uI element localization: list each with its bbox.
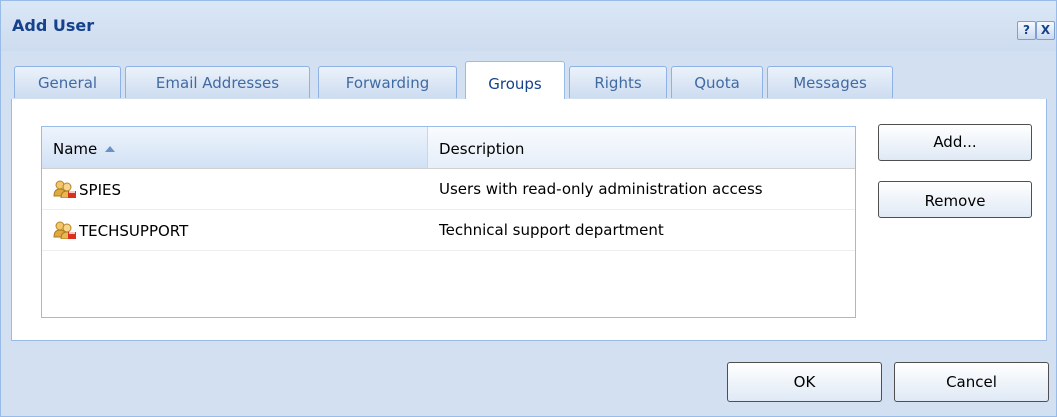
column-header-description[interactable]: Description <box>428 127 855 168</box>
tab-email-addresses[interactable]: Email Addresses <box>125 66 310 98</box>
ok-button[interactable]: OK <box>727 362 882 402</box>
table-row[interactable]: TECHSUPPORT Technical support department <box>42 210 855 251</box>
help-icon[interactable]: ? <box>1017 21 1036 40</box>
tab-forwarding[interactable]: Forwarding <box>318 66 457 98</box>
user-group-icon <box>53 221 77 240</box>
groups-panel: Name Description SPIES Users with read-o… <box>11 99 1047 341</box>
cancel-button[interactable]: Cancel <box>894 362 1049 402</box>
row-description: Users with read-only administration acce… <box>439 180 763 198</box>
user-group-icon <box>53 180 77 199</box>
sort-ascending-icon <box>105 146 116 152</box>
add-group-button[interactable]: Add... <box>878 124 1032 161</box>
column-header-name[interactable]: Name <box>42 127 428 168</box>
tab-rights[interactable]: Rights <box>569 66 667 98</box>
row-name: TECHSUPPORT <box>79 222 189 240</box>
add-user-dialog: Add User ? X General Email Addresses For… <box>0 0 1057 417</box>
tab-groups[interactable]: Groups <box>465 61 565 100</box>
row-name: SPIES <box>79 181 121 199</box>
close-icon[interactable]: X <box>1036 21 1055 40</box>
grid-header: Name Description <box>42 127 855 169</box>
row-description: Technical support department <box>439 221 664 239</box>
column-header-description-label: Description <box>439 140 525 158</box>
column-header-name-label: Name <box>53 140 98 158</box>
groups-grid: Name Description SPIES Users with read-o… <box>41 126 856 318</box>
tab-quota[interactable]: Quota <box>671 66 763 98</box>
tab-bar: General Email Addresses Forwarding Group… <box>11 61 1048 100</box>
dialog-titlebar[interactable]: Add User ? X <box>1 1 1056 51</box>
table-row[interactable]: SPIES Users with read-only administratio… <box>42 169 855 210</box>
dialog-title: Add User <box>12 16 95 35</box>
remove-group-button[interactable]: Remove <box>878 181 1032 218</box>
tab-general[interactable]: General <box>14 66 121 98</box>
tab-messages[interactable]: Messages <box>767 66 893 98</box>
